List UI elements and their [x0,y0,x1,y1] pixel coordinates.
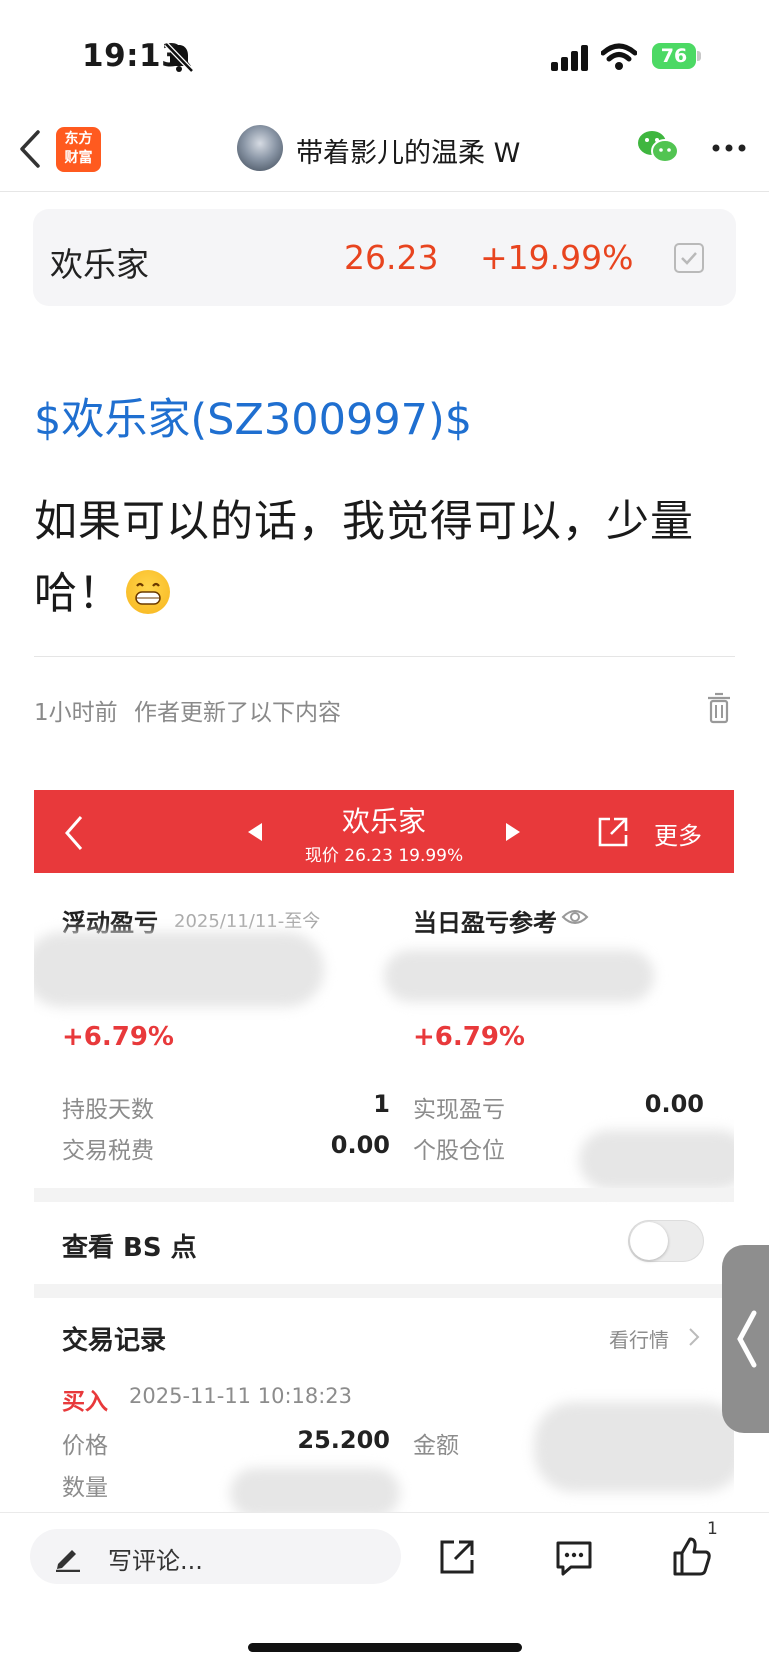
grin-emoji-icon [126,570,170,614]
price-label: 价格 [62,1433,108,1459]
more-icon[interactable] [712,144,746,152]
redacted-amount [230,1468,400,1512]
pencil-icon [56,1550,80,1572]
comment-placeholder: 写评论... [108,1547,203,1575]
section-gap [34,1284,734,1298]
wifi-icon [601,43,637,70]
battery-tip [697,51,701,61]
daily-pl-label: 当日盈亏参考 [413,909,557,937]
daily-pl-percent: +6.79% [413,1022,525,1052]
post-divider [34,656,735,657]
trash-icon[interactable] [706,692,732,724]
amount-label: 金额 [413,1433,459,1459]
bs-toggle-knob [630,1222,668,1260]
like-icon[interactable] [672,1535,712,1577]
comment-icon[interactable] [555,1539,593,1577]
fees-value: 0.00 [330,1131,390,1159]
embedded-share-icon [598,817,628,847]
redacted-amount [34,932,324,1007]
next-arrow-icon [506,823,520,841]
post-time: 1小时前 [34,700,118,726]
like-count: 1 [707,1519,718,1539]
bottom-divider [0,1512,769,1513]
position-label: 个股仓位 [413,1138,505,1164]
author-name[interactable]: 带着影儿的温柔 W [296,131,520,170]
side-chevron-icon [737,1310,757,1368]
trades-label: 交易记录 [62,1326,167,1356]
stock-price: 26.23 [344,238,439,277]
fees-label: 交易税费 [62,1138,154,1164]
realized-value: 0.00 [644,1090,704,1118]
signal-icon [551,45,588,71]
redacted-amount [384,950,654,1002]
eye-icon [561,910,589,924]
bs-label: 查看 BS 点 [62,1233,197,1263]
buy-label: 买入 [62,1389,108,1415]
stock-tag-link[interactable]: $欢乐家(SZ300997)$ [34,385,472,447]
stock-name: 欢乐家 [50,245,149,284]
stock-change: +19.99% [480,238,634,277]
market-link: 看行情 [609,1328,669,1352]
section-gap [34,1188,734,1202]
buy-time: 2025-11-11 10:18:23 [129,1384,353,1408]
avatar[interactable] [237,125,283,171]
chevron-right-icon [689,1328,700,1346]
wechat-icon[interactable] [637,129,679,165]
embedded-screenshot[interactable]: 欢乐家 现价 26.23 19.99% 更多 浮动盈亏 2025/11/11-至… [34,790,734,1512]
redacted-amount [579,1130,734,1190]
home-indicator [248,1643,522,1652]
share-icon[interactable] [439,1539,475,1575]
side-handle[interactable] [722,1245,769,1433]
comment-input[interactable] [30,1529,401,1584]
bell-slash-icon [164,42,194,73]
checkbox-icon[interactable] [674,243,704,273]
app-logo: 东方 财富 [56,127,101,172]
qty-label: 数量 [62,1475,108,1501]
update-note: 作者更新了以下内容 [134,700,341,726]
battery-indicator: 76 [652,43,696,69]
price-value: 25.200 [297,1426,390,1454]
nav-divider [0,191,769,192]
back-chevron-icon[interactable] [18,129,42,169]
realized-label: 实现盈亏 [413,1097,505,1123]
hold-days-value: 1 [373,1090,390,1118]
redacted-amount [534,1402,734,1492]
date-range: 2025/11/11-至今 [174,911,321,932]
embedded-more: 更多 [654,822,702,850]
hold-days-label: 持股天数 [62,1097,154,1123]
floating-pl-percent: +6.79% [62,1022,174,1052]
